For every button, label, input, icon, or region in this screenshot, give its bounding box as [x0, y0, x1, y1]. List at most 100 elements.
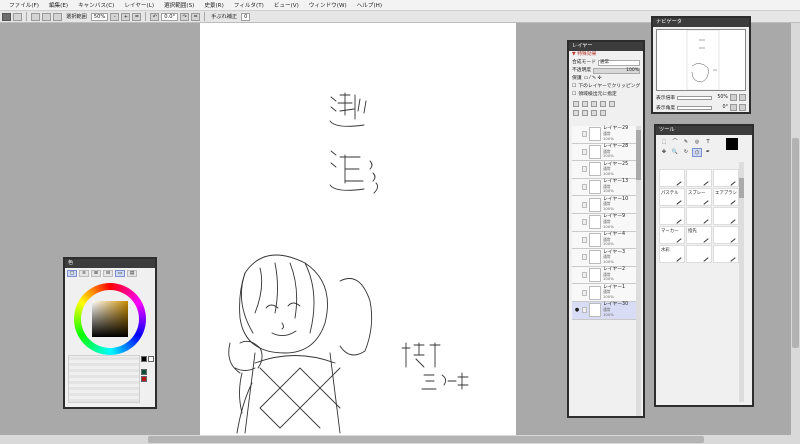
- layer-scroll-thumb[interactable]: [636, 130, 641, 180]
- menu-item[interactable]: ウィンドウ(W): [304, 1, 352, 9]
- menu-item[interactable]: 選択範囲(S): [159, 1, 199, 9]
- menu-item[interactable]: レイヤー(L): [119, 1, 159, 9]
- tool-button[interactable]: [714, 148, 724, 157]
- zoom-plus-button[interactable]: +: [121, 12, 131, 21]
- layer-row[interactable]: レイヤー29 通常 100%: [572, 126, 638, 144]
- zoom-reset-button[interactable]: =: [132, 12, 142, 21]
- brush-slot[interactable]: スプレー: [686, 188, 712, 206]
- toolbar-button-3[interactable]: [31, 12, 40, 21]
- tool-button[interactable]: ⬡: [692, 148, 702, 157]
- layer-row[interactable]: レイヤー13 通常 100%: [572, 178, 638, 197]
- trash-icon[interactable]: [600, 109, 606, 116]
- clipping-checkbox[interactable]: ☐: [572, 83, 576, 91]
- layer-row[interactable]: レイヤー9 通常 100%: [572, 213, 638, 232]
- layer-row[interactable]: レイヤー1 通常 100%: [572, 284, 638, 302]
- layer-row[interactable]: レイヤー25 通常 100%: [572, 161, 638, 179]
- layer-lock-icon[interactable]: [582, 289, 587, 296]
- visibility-icon[interactable]: [574, 272, 580, 278]
- tool-button[interactable]: T: [703, 138, 713, 147]
- brush-slot[interactable]: [686, 207, 712, 225]
- selection-source-checkbox[interactable]: ☐: [572, 91, 576, 99]
- brush-slot[interactable]: [713, 169, 739, 187]
- visibility-icon[interactable]: [574, 202, 580, 208]
- brush-slot[interactable]: パステル: [659, 188, 685, 206]
- color-swatch-palette[interactable]: [68, 355, 140, 403]
- brush-slot[interactable]: [713, 226, 739, 244]
- color-tab[interactable]: ▤: [127, 270, 137, 277]
- horizontal-scrollbar[interactable]: [0, 435, 800, 444]
- effects-section[interactable]: ▼ 特殊効果: [569, 51, 643, 59]
- vertical-scroll-thumb[interactable]: [792, 138, 799, 348]
- tool-button[interactable]: ✎: [681, 138, 691, 147]
- brush-slot[interactable]: エアブラシ: [713, 188, 739, 206]
- layer-lock-icon[interactable]: [582, 307, 587, 314]
- layer-lock-icon[interactable]: [582, 254, 587, 261]
- tool-button[interactable]: ◎: [692, 138, 702, 147]
- visibility-icon[interactable]: [574, 184, 580, 190]
- layer-lock-icon[interactable]: [582, 131, 587, 138]
- layer-row[interactable]: ● レイヤー30 通常 100%: [572, 301, 638, 320]
- swatch-red[interactable]: [141, 376, 147, 382]
- rotate-reset-button[interactable]: =: [191, 12, 201, 21]
- transfer-down-icon[interactable]: [582, 109, 588, 116]
- tool-button[interactable]: ✥: [659, 148, 669, 157]
- rotate-left-button[interactable]: ↶: [150, 12, 160, 21]
- opacity-slider[interactable]: 100%: [593, 68, 640, 74]
- brush-slot[interactable]: [659, 207, 685, 225]
- menu-item[interactable]: キャンバス(C): [73, 1, 119, 9]
- tool-button[interactable]: ⬚: [659, 138, 669, 147]
- visibility-icon[interactable]: [574, 131, 580, 137]
- visibility-icon[interactable]: [574, 149, 580, 155]
- color-tab[interactable]: ▭: [115, 270, 125, 277]
- current-color-preview[interactable]: [726, 138, 738, 150]
- navigator-preview[interactable]: [656, 29, 746, 91]
- layer-row[interactable]: レイヤー2 通常 100%: [572, 266, 638, 285]
- color-tab[interactable]: ⊟: [103, 270, 113, 277]
- toolbar-button-1[interactable]: [2, 12, 11, 21]
- brush-slot[interactable]: [659, 169, 685, 187]
- toolbar-button-2[interactable]: [13, 12, 22, 21]
- menu-item[interactable]: フィルタ(T): [229, 1, 269, 9]
- tool-scroll-thumb[interactable]: [739, 178, 744, 198]
- visibility-icon[interactable]: [574, 237, 580, 243]
- layer-lock-icon[interactable]: [582, 201, 587, 208]
- drawing-canvas[interactable]: [200, 23, 516, 435]
- clear-layer-icon[interactable]: [573, 109, 579, 116]
- vertical-scrollbar[interactable]: [791, 23, 800, 435]
- visibility-icon[interactable]: ●: [574, 307, 580, 313]
- menu-item[interactable]: 史景(R): [199, 1, 228, 9]
- brush-slot[interactable]: 指先: [686, 226, 712, 244]
- tool-button[interactable]: [714, 138, 724, 147]
- layer-row[interactable]: レイヤー28 通常 100%: [572, 143, 638, 162]
- layer-row[interactable]: レイヤー10 通常 100%: [572, 196, 638, 214]
- new-layer-icon[interactable]: [573, 100, 579, 107]
- selection-source-row[interactable]: ☐ 領域検出元に指定: [569, 91, 643, 99]
- blend-mode-select[interactable]: 通常: [598, 60, 640, 66]
- swatch-green[interactable]: [141, 369, 147, 375]
- menu-item[interactable]: ファイル(F): [4, 1, 44, 9]
- menu-item[interactable]: ヘルプ(H): [352, 1, 387, 9]
- navigator-angle-minus[interactable]: [730, 104, 737, 111]
- color-tab[interactable]: □: [67, 270, 77, 277]
- navigator-angle-slider[interactable]: [677, 105, 712, 110]
- brush-slot[interactable]: マーカー: [659, 226, 685, 244]
- brush-slot[interactable]: [686, 245, 712, 263]
- horizontal-scroll-thumb[interactable]: [148, 436, 704, 443]
- layer-lock-icon[interactable]: [582, 184, 587, 191]
- layer-lock-icon[interactable]: [582, 272, 587, 279]
- merge-layer-icon[interactable]: [600, 100, 606, 107]
- navigator-zoom-plus[interactable]: [739, 94, 746, 101]
- angle-field[interactable]: 0.0°: [161, 12, 179, 21]
- tool-button[interactable]: ✒: [703, 148, 713, 157]
- new-folder-icon[interactable]: [582, 100, 588, 107]
- clipping-row[interactable]: ☐ 下のレイヤーでクリッピング: [569, 83, 643, 91]
- brush-slot[interactable]: 水彩: [659, 245, 685, 263]
- brush-slot[interactable]: [713, 207, 739, 225]
- tool-panel-scrollbar[interactable]: [739, 162, 744, 402]
- layer-row[interactable]: レイヤー4 通常 100%: [572, 231, 638, 250]
- protect-icons[interactable]: ▭ ⁄ ✎ ✣: [584, 75, 602, 83]
- layer-row[interactable]: レイヤー3 通常 100%: [572, 249, 638, 267]
- brush-slot[interactable]: [686, 169, 712, 187]
- copy-layer-icon[interactable]: [591, 100, 597, 107]
- color-saturation-square[interactable]: [92, 301, 128, 337]
